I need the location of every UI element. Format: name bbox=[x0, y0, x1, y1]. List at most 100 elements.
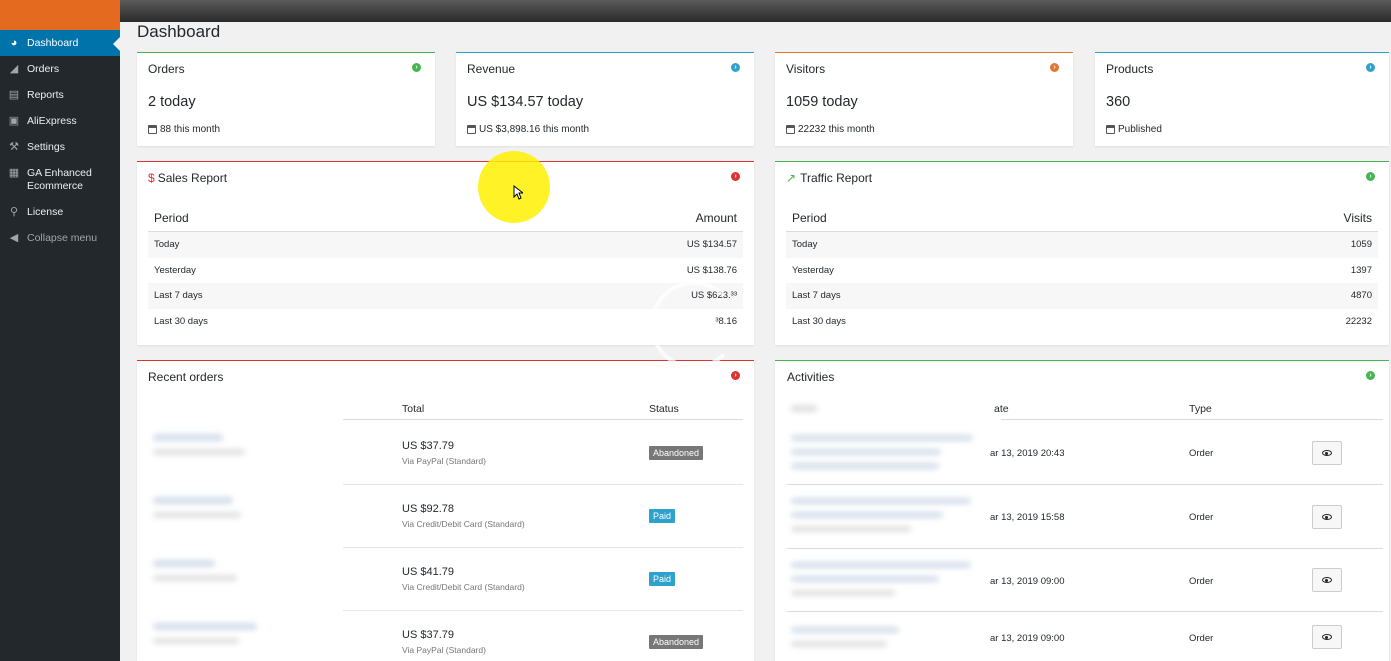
orders-stat-card: Orders › 2 today 88 this month bbox=[137, 52, 435, 146]
row-period: Last 7 days bbox=[792, 290, 841, 302]
sidebar-item-license[interactable]: ⚲ License bbox=[0, 199, 120, 225]
arrow-right-circle-icon[interactable]: › bbox=[1366, 371, 1375, 380]
column-header-type: Type bbox=[1189, 403, 1212, 415]
stat-subtext-label: Published bbox=[1118, 124, 1162, 135]
activity-description-blurred[interactable] bbox=[791, 449, 941, 455]
card-title: Visitors bbox=[786, 62, 826, 76]
arrow-right-circle-icon[interactable]: › bbox=[731, 172, 740, 181]
header-divider bbox=[1001, 419, 1383, 420]
arrow-right-circle-icon[interactable]: › bbox=[1050, 63, 1059, 72]
sidebar-item-reports[interactable]: ▤ Reports bbox=[0, 82, 120, 108]
wrench-icon: ⚒ bbox=[9, 141, 19, 153]
traffic-report-table: Period Visits Today 1059 Yesterday 1397 … bbox=[786, 206, 1378, 334]
activity-description-blurred[interactable] bbox=[791, 627, 899, 633]
column-header-visits: Visits bbox=[1343, 211, 1372, 225]
customer-link-blurred[interactable] bbox=[153, 623, 257, 630]
order-total: US $92.78 bbox=[402, 503, 454, 515]
activity-date: ar 13, 2019 20:43 bbox=[990, 448, 1065, 459]
stat-value: 1059 today bbox=[786, 94, 858, 110]
table-row: Today 1059 bbox=[786, 232, 1378, 258]
activity-description-blurred[interactable] bbox=[791, 498, 971, 504]
customer-link-blurred[interactable] bbox=[153, 497, 233, 504]
sidebar-item-dashboard[interactable]: ◕ Dashboard bbox=[0, 30, 120, 56]
row-period: Last 7 days bbox=[154, 290, 203, 302]
calendar-icon bbox=[1106, 125, 1115, 134]
dashboard-icon: ◕ bbox=[10, 37, 18, 49]
status-badge: Paid bbox=[649, 572, 676, 586]
column-header-amount: Amount bbox=[695, 211, 737, 225]
customer-link-blurred[interactable] bbox=[153, 434, 223, 441]
sidebar-item-label: Dashboard bbox=[27, 37, 79, 49]
panel-title: ↗ Traffic Report bbox=[786, 171, 872, 185]
collapse-menu-button[interactable]: ◀ Collapse menu bbox=[0, 225, 120, 251]
panel-title: Activities bbox=[787, 370, 835, 384]
dollar-icon: $ bbox=[148, 171, 155, 185]
card-title: Revenue bbox=[467, 62, 516, 76]
sidebar-item-label: Reports bbox=[27, 89, 64, 101]
view-activity-button[interactable] bbox=[1312, 568, 1342, 592]
activity-description-blurred[interactable] bbox=[791, 576, 939, 582]
order-total: US $41.79 bbox=[402, 566, 454, 578]
admin-bar-logo[interactable] bbox=[0, 0, 120, 30]
visitors-stat-card: Visitors › 1059 today 22232 this month bbox=[775, 52, 1073, 146]
arrow-right-circle-icon[interactable]: › bbox=[1366, 172, 1375, 181]
eye-icon bbox=[1322, 577, 1332, 583]
payment-method: Via Credit/Debit Card (Standard) bbox=[402, 519, 525, 529]
activity-description-blurred bbox=[791, 641, 887, 647]
eye-icon bbox=[1322, 634, 1332, 640]
arrow-right-circle-icon[interactable]: › bbox=[731, 63, 740, 72]
stat-subtext: Published bbox=[1106, 124, 1162, 135]
stat-subtext: 88 this month bbox=[148, 124, 220, 135]
sidebar-item-orders[interactable]: ◢ Orders bbox=[0, 56, 120, 82]
activity-description-blurred bbox=[791, 590, 895, 596]
row-period: Last 30 days bbox=[154, 315, 208, 327]
activities-panel: Activities › ate Type ar 13, 2019 20:43 … bbox=[775, 360, 1389, 661]
revenue-stat-card: Revenue › US $134.57 today US $3,898.16 … bbox=[456, 52, 754, 146]
row-period: Yesterday bbox=[792, 264, 834, 276]
sidebar-item-label: License bbox=[27, 206, 64, 218]
activity-description-blurred[interactable] bbox=[791, 435, 973, 441]
view-activity-button[interactable] bbox=[1312, 625, 1342, 649]
eye-icon bbox=[1322, 514, 1332, 520]
admin-sidebar: ◕ Dashboard ◢ Orders ▤ Reports ▣ AliExpr… bbox=[0, 30, 120, 661]
column-header-blurred bbox=[791, 405, 817, 412]
row-divider bbox=[787, 484, 1383, 485]
arrow-right-circle-icon[interactable]: › bbox=[731, 371, 740, 380]
customer-link-blurred[interactable] bbox=[153, 560, 215, 567]
calendar-icon bbox=[467, 125, 476, 134]
view-activity-button[interactable] bbox=[1312, 505, 1342, 529]
sidebar-item-ga-enhanced-ecommerce[interactable]: ▦ GA Enhanced Ecommerce bbox=[0, 160, 120, 199]
stat-subtext: US $3,898.16 this month bbox=[467, 124, 589, 135]
activity-date: ar 13, 2019 15:58 bbox=[990, 512, 1065, 523]
activity-description-blurred[interactable] bbox=[791, 562, 971, 568]
order-total: US $37.79 bbox=[402, 629, 454, 641]
header-divider bbox=[343, 419, 743, 420]
column-header-period: Period bbox=[792, 211, 827, 225]
table-row: Last 30 days 22232 bbox=[786, 309, 1378, 335]
activity-description-blurred[interactable] bbox=[791, 463, 939, 469]
activity-type: Order bbox=[1189, 633, 1214, 644]
activity-type: Order bbox=[1189, 512, 1214, 523]
arrow-right-circle-icon[interactable]: › bbox=[1366, 63, 1375, 72]
table-row[interactable] bbox=[343, 484, 743, 547]
stat-value: US $134.57 today bbox=[467, 94, 584, 110]
sidebar-item-settings[interactable]: ⚒ Settings bbox=[0, 134, 120, 160]
calendar-icon bbox=[148, 125, 157, 134]
customer-detail-blurred bbox=[153, 512, 241, 518]
sidebar-item-aliexpress[interactable]: ▣ AliExpress bbox=[0, 108, 120, 134]
sidebar-item-label: AliExpress bbox=[27, 115, 77, 127]
column-header-period: Period bbox=[154, 211, 189, 225]
payment-method: Via PayPal (Standard) bbox=[402, 645, 486, 655]
row-period: Last 30 days bbox=[792, 315, 846, 327]
activity-description-blurred[interactable] bbox=[791, 512, 943, 518]
view-activity-button[interactable] bbox=[1312, 441, 1342, 465]
table-row[interactable] bbox=[343, 547, 743, 610]
arrow-right-circle-icon[interactable]: › bbox=[412, 63, 421, 72]
payment-method: Via PayPal (Standard) bbox=[402, 456, 486, 466]
panel-title: $ Sales Report bbox=[148, 171, 227, 185]
row-period: Today bbox=[154, 239, 180, 251]
ga-icon: ▦ bbox=[8, 167, 20, 179]
customer-detail-blurred bbox=[153, 638, 239, 644]
stat-subtext-label: US $3,898.16 this month bbox=[479, 124, 590, 135]
page-title: Dashboard bbox=[137, 22, 221, 41]
